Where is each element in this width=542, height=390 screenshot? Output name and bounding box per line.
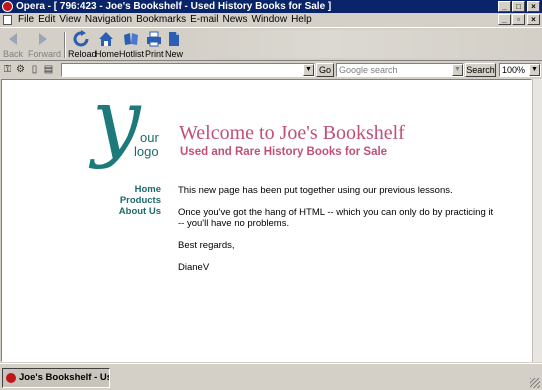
doc-close-button[interactable]: × [527,14,540,25]
paragraph-html: Once you've got the hang of HTML -- whic… [178,207,494,229]
side-navigation: Home Products About Us [119,184,161,217]
task-button-joes-bookshelf[interactable]: Joe's Bookshelf - Use... [2,368,110,388]
logo-our-text: our [140,130,159,145]
forward-label: Forward [28,49,62,59]
page-title: Welcome to Joe's Bookshelf [179,122,405,144]
main-body-text: This new page has been put together usin… [178,185,498,284]
nav-link-home[interactable]: Home [119,184,161,195]
menu-window[interactable]: Window [252,13,292,27]
nav-link-about-us[interactable]: About Us [119,206,161,217]
hotlist-icon [124,33,138,45]
page-viewport: y our logo Welcome to Joe's Bookshelf Us… [1,79,532,362]
paragraph-regards: Best regards, [178,240,235,251]
address-bar: ⚿ ⚙ ▯ ▤ ▼ Go Google search ▼ Search 100%… [0,62,542,78]
printer-icon [147,31,161,47]
zoom-select[interactable]: 100% ▼ [499,63,541,77]
document-menu-icon[interactable] [3,15,12,25]
window-taskbar: Joe's Bookshelf - Use... [0,363,542,390]
home-icon [99,32,113,46]
security-icon[interactable]: ⚿ [2,64,13,75]
logo-logo-text: logo [134,144,159,159]
resize-grip-icon[interactable] [530,378,540,388]
window-title: Opera - [ 796:423 - Joe's Bookshelf - Us… [16,1,332,12]
forward-button[interactable]: Forward [28,30,62,59]
new-button[interactable]: New [164,30,184,59]
url-dropdown-arrow-icon[interactable]: ▼ [303,64,314,76]
print-button[interactable]: Print [145,30,164,59]
task-label: Joe's Bookshelf - Use... [19,372,109,383]
hotlist-label: Hotlist [119,49,145,59]
nav-link-products[interactable]: Products [119,195,161,206]
reload-button[interactable]: Reload [68,30,97,59]
doc-restore-button[interactable]: ▫ [512,14,525,25]
back-arrow-icon [9,33,17,45]
home-label: Home [95,49,120,59]
url-input[interactable]: ▼ [61,63,315,77]
doc-minimize-button[interactable]: _ [498,14,511,25]
opera-app-icon[interactable] [2,1,13,12]
maximize-button[interactable]: □ [512,1,525,12]
print-label: Print [145,49,164,59]
minimize-button[interactable]: _ [498,1,511,12]
toolbar-separator [64,32,66,58]
menu-bookmarks[interactable]: Bookmarks [136,13,190,27]
new-label: New [164,49,183,59]
print-preview-icon[interactable]: ▤ [43,64,54,75]
menu-help[interactable]: Help [291,13,316,27]
paragraph-signature: DianeV [178,262,210,273]
site-logo: y our logo [92,80,164,172]
back-label: Back [2,49,23,59]
go-button[interactable]: Go [316,63,334,77]
menu-email[interactable]: E-mail [190,13,222,27]
menu-file[interactable]: File [18,13,38,27]
zoom-value: 100% [502,65,526,75]
forward-arrow-icon [39,33,47,45]
menu-edit[interactable]: Edit [38,13,59,27]
menu-navigation[interactable]: Navigation [85,13,136,27]
close-button[interactable]: × [527,1,540,12]
page-subtitle: Used and Rare History Books for Sale [180,146,388,158]
new-page-icon [169,32,179,46]
back-button[interactable]: Back [2,30,24,59]
search-input[interactable]: Google search ▼ [336,63,464,77]
reload-label: Reload [68,49,97,59]
search-engine-dropdown-icon[interactable]: ▼ [452,64,463,76]
vertical-scrollbar[interactable] [532,79,542,362]
page-icon[interactable]: ▯ [29,64,40,75]
zoom-dropdown-arrow-icon[interactable]: ▼ [529,64,540,76]
reload-icon [73,30,89,47]
search-button[interactable]: Search [465,63,496,77]
window-title-bar[interactable]: Opera - [ 796:423 - Joe's Bookshelf - Us… [0,0,542,13]
menu-news[interactable]: News [222,13,251,27]
hotlist-button[interactable]: Hotlist [119,30,145,59]
search-placeholder: Google search [339,65,398,75]
paragraph-intro: This new page has been put together usin… [178,185,453,196]
menu-bar: File Edit View Navigation Bookmarks E-ma… [0,13,542,27]
toolbar-background [188,30,538,58]
main-toolbar: Back Forward Reload Home Hotlist Print N… [0,27,542,61]
menu-view[interactable]: View [59,13,85,27]
opera-task-icon [6,373,16,383]
settings-gear-icon[interactable]: ⚙ [15,64,26,75]
home-button[interactable]: Home [95,30,120,59]
